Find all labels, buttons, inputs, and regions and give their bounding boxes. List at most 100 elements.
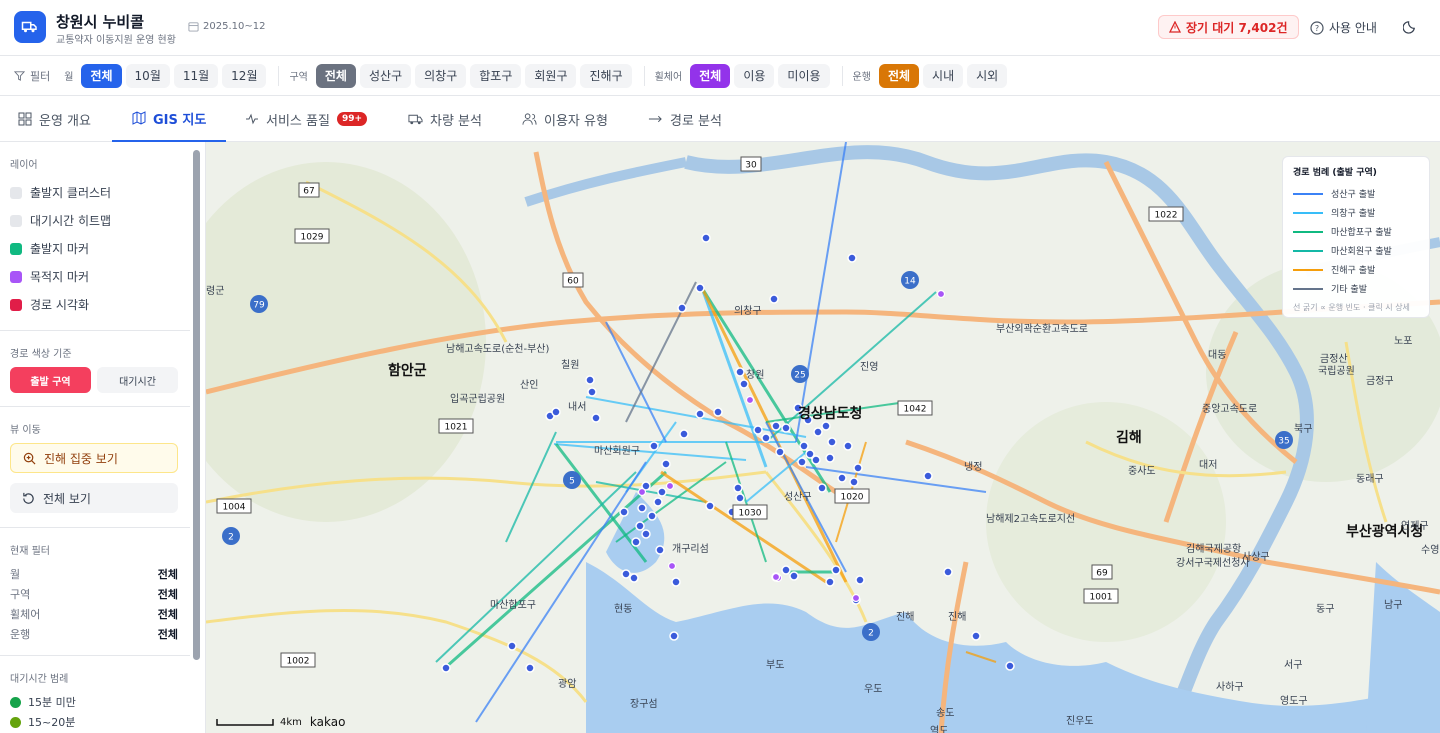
origin-marker[interactable]: [821, 421, 831, 431]
origin-marker[interactable]: [635, 521, 645, 531]
origin-marker[interactable]: [671, 577, 681, 587]
origin-marker[interactable]: [661, 459, 671, 469]
district-chip-jinhae[interactable]: 진해구: [580, 63, 632, 88]
operation-chip-all[interactable]: 전체: [878, 63, 920, 88]
view-all-button[interactable]: 전체 보기: [10, 483, 178, 513]
origin-marker[interactable]: [853, 463, 863, 473]
origin-marker[interactable]: [551, 407, 561, 417]
color-by-district-button[interactable]: 출발 구역: [10, 367, 91, 393]
origin-marker[interactable]: [733, 483, 743, 493]
origin-marker[interactable]: [761, 433, 771, 443]
origin-marker[interactable]: [799, 441, 809, 451]
gis-map[interactable]: 의창구 함안군 산인 칠원 내서 마산회원구 창원 경상남도청 성산구 진영 김해 개구리섬 마산합포구…: [206, 142, 1440, 733]
wheelchair-chip-use[interactable]: 이용: [734, 63, 775, 88]
destination-marker[interactable]: [771, 572, 781, 582]
origin-marker[interactable]: [653, 497, 663, 507]
origin-marker[interactable]: [769, 294, 779, 304]
origin-marker[interactable]: [811, 455, 821, 465]
month-chip-all[interactable]: 전체: [81, 63, 122, 88]
tab-gis-map[interactable]: GIS 지도: [112, 96, 227, 142]
origin-marker[interactable]: [525, 663, 535, 673]
tab-service-quality[interactable]: 서비스 품질 99+: [245, 96, 368, 142]
origin-marker[interactable]: [735, 367, 745, 377]
wheelchair-chip-nouse[interactable]: 미이용: [778, 63, 830, 88]
origin-marker[interactable]: [701, 233, 711, 243]
origin-marker[interactable]: [923, 471, 933, 481]
origin-marker[interactable]: [797, 457, 807, 467]
destination-marker[interactable]: [665, 481, 675, 491]
origin-marker[interactable]: [753, 425, 763, 435]
district-chip-uichang[interactable]: 의창구: [415, 63, 467, 88]
origin-marker[interactable]: [619, 507, 629, 517]
district-chip-hoewon[interactable]: 회원구: [525, 63, 577, 88]
destination-marker[interactable]: [745, 395, 755, 405]
origin-marker[interactable]: [677, 303, 687, 313]
origin-marker[interactable]: [771, 421, 781, 431]
layer-routes[interactable]: 경로 시각화: [10, 296, 89, 313]
map-canvas[interactable]: 의창구함안군산인칠원내서마산회원구창원경상남도청성산구진영김해개구리섬마산합포구…: [206, 142, 1440, 733]
origin-marker[interactable]: [781, 423, 791, 433]
layer-heatmap[interactable]: 대기시간 히트맵: [10, 212, 111, 229]
origin-marker[interactable]: [507, 641, 517, 651]
origin-marker[interactable]: [735, 493, 745, 503]
origin-marker[interactable]: [831, 565, 841, 575]
origin-marker[interactable]: [591, 413, 601, 423]
origin-marker[interactable]: [827, 437, 837, 447]
guide-button[interactable]: ? 사용 안내: [1310, 19, 1377, 36]
jinhae-focus-button[interactable]: 진해 집중 보기: [10, 443, 178, 473]
origin-marker[interactable]: [825, 577, 835, 587]
origin-marker[interactable]: [621, 569, 631, 579]
operation-chip-city[interactable]: 시내: [923, 63, 964, 88]
tab-overview[interactable]: 운영 개요: [18, 96, 91, 142]
origin-marker[interactable]: [641, 529, 651, 539]
origin-marker[interactable]: [775, 447, 785, 457]
origin-marker[interactable]: [655, 545, 665, 555]
destination-marker[interactable]: [637, 487, 647, 497]
destination-marker[interactable]: [936, 289, 946, 299]
origin-marker[interactable]: [843, 441, 853, 451]
origin-marker[interactable]: [631, 537, 641, 547]
origin-marker[interactable]: [669, 631, 679, 641]
origin-marker[interactable]: [943, 567, 953, 577]
origin-marker[interactable]: [441, 663, 451, 673]
color-by-wait-button[interactable]: 대기시간: [97, 367, 178, 393]
destination-marker[interactable]: [667, 561, 677, 571]
origin-marker[interactable]: [647, 511, 657, 521]
origin-marker[interactable]: [971, 631, 981, 641]
tab-user-types[interactable]: 이용자 유형: [522, 96, 608, 142]
district-chip-all[interactable]: 전체: [315, 63, 356, 88]
origin-marker[interactable]: [1005, 661, 1015, 671]
long-wait-alert[interactable]: 장기 대기 7,402건: [1158, 15, 1299, 39]
layer-origin-markers[interactable]: 출발지 마커: [10, 240, 89, 257]
month-chip-12[interactable]: 12월: [222, 63, 267, 88]
destination-marker[interactable]: [851, 593, 861, 603]
origin-marker[interactable]: [825, 453, 835, 463]
origin-marker[interactable]: [713, 407, 723, 417]
origin-marker[interactable]: [587, 387, 597, 397]
origin-marker[interactable]: [855, 575, 865, 585]
layer-destination-markers[interactable]: 목적지 마커: [10, 268, 89, 285]
origin-marker[interactable]: [847, 253, 857, 263]
dark-mode-toggle[interactable]: [1402, 19, 1418, 38]
origin-marker[interactable]: [837, 473, 847, 483]
origin-marker[interactable]: [637, 503, 647, 513]
layer-cluster[interactable]: 출발지 클러스터: [10, 184, 111, 201]
origin-marker[interactable]: [849, 477, 859, 487]
origin-marker[interactable]: [739, 379, 749, 389]
origin-marker[interactable]: [705, 501, 715, 511]
origin-marker[interactable]: [629, 573, 639, 583]
sidebar-scrollbar[interactable]: [193, 150, 200, 660]
tab-vehicle-analysis[interactable]: 차량 분석: [408, 96, 482, 142]
origin-marker[interactable]: [585, 375, 595, 385]
origin-marker[interactable]: [695, 409, 705, 419]
origin-marker[interactable]: [695, 283, 705, 293]
tab-route-analysis[interactable]: 경로 분석: [648, 96, 722, 142]
district-chip-happo[interactable]: 합포구: [470, 63, 522, 88]
month-chip-10[interactable]: 10월: [125, 63, 170, 88]
origin-marker[interactable]: [813, 427, 823, 437]
origin-marker[interactable]: [657, 487, 667, 497]
month-chip-11[interactable]: 11월: [173, 63, 219, 88]
origin-marker[interactable]: [817, 483, 827, 493]
origin-marker[interactable]: [781, 565, 791, 575]
operation-chip-outside[interactable]: 시외: [967, 63, 1008, 88]
